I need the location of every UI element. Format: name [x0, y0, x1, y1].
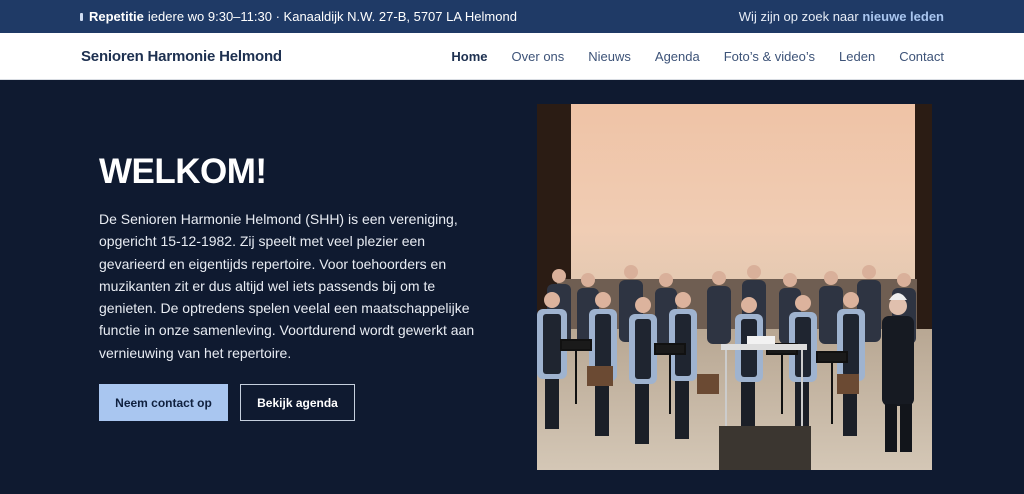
nav-item-contact[interactable]: Contact: [899, 49, 944, 64]
marker-icon: [80, 12, 83, 21]
new-members-link[interactable]: nieuwe leden: [862, 9, 944, 24]
nav-item-home[interactable]: Home: [451, 49, 487, 64]
main-navigation: Senioren Harmonie Helmond Home Over ons …: [0, 33, 1024, 80]
hero-intro: De Senioren Harmonie Helmond (SHH) is ee…: [99, 211, 475, 361]
nav-item-leden[interactable]: Leden: [839, 49, 875, 64]
top-info-bar: Repetitie iedere wo 9:30–11:30 · Kanaald…: [0, 0, 1024, 33]
rehearsal-info: Repetitie iedere wo 9:30–11:30 · Kanaald…: [80, 9, 517, 24]
nav-item-fotos-videos[interactable]: Foto’s & video’s: [724, 49, 815, 64]
site-brand[interactable]: Senioren Harmonie Helmond: [81, 48, 282, 65]
nav-item-agenda[interactable]: Agenda: [655, 49, 700, 64]
recruit-info: Wij zijn op zoek naar nieuwe leden: [739, 9, 944, 24]
agenda-button[interactable]: Bekijk agenda: [240, 384, 355, 421]
hero-section: WELKOM! De Senioren Harmonie Helmond (SH…: [0, 80, 1024, 494]
recruit-text: Wij zijn op zoek naar: [738, 9, 859, 24]
contact-button[interactable]: Neem contact op: [99, 384, 228, 421]
nav-menu: Home Over ons Nieuws Agenda Foto’s & vid…: [451, 49, 944, 64]
orchestra-photo: [537, 104, 932, 470]
hero-title: WELKOM!: [99, 152, 267, 191]
nav-item-nieuws[interactable]: Nieuws: [588, 49, 631, 64]
rehearsal-label: Repetitie: [89, 9, 144, 24]
nav-item-over-ons[interactable]: Over ons: [512, 49, 565, 64]
rehearsal-text: iedere wo 9:30–11:30 · Kanaaldijk N.W. 2…: [147, 9, 517, 24]
